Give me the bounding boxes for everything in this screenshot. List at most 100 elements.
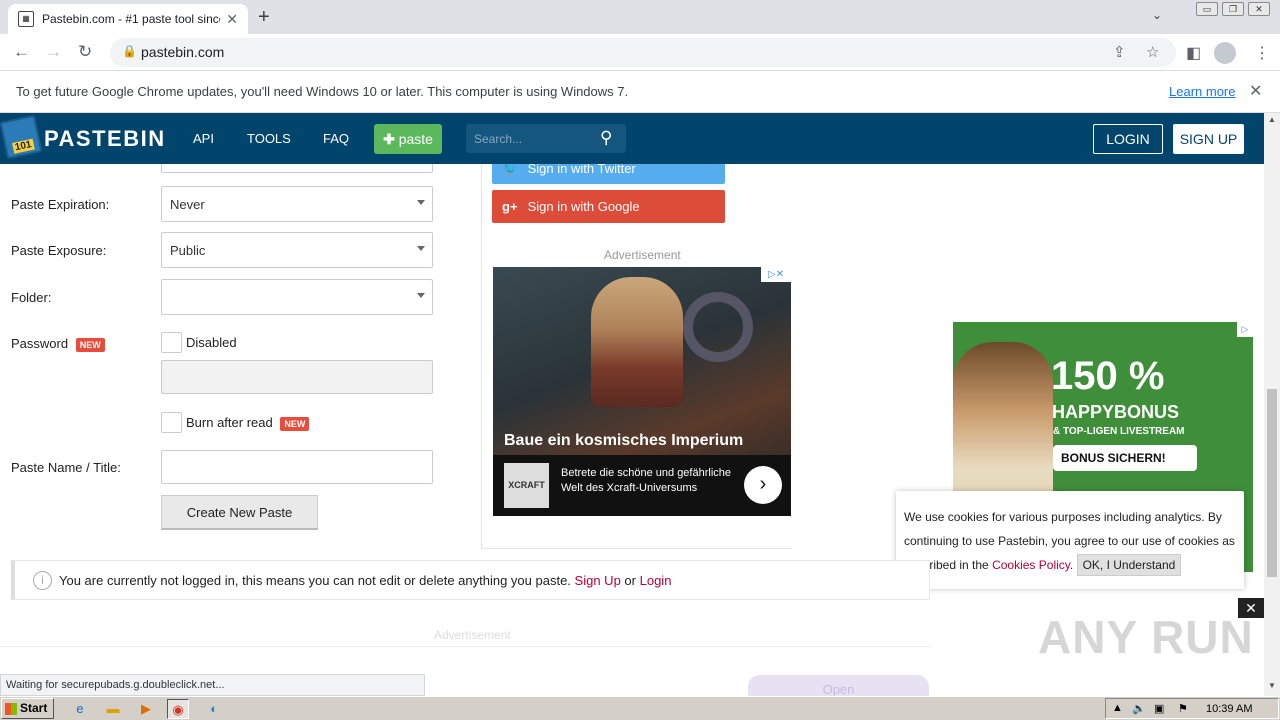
folder-select[interactable] [161, 279, 433, 315]
cookie-banner: We use cookies for various purposes incl… [896, 491, 1244, 589]
profile-avatar-icon[interactable] [1214, 42, 1236, 64]
exposure-label: Paste Exposure: [11, 243, 107, 258]
search-icon[interactable]: ⚲ [600, 128, 612, 148]
chrome-icon[interactable]: ◉ [167, 699, 189, 719]
expiration-value: Never [170, 197, 205, 212]
tab-close-icon[interactable]: ✕ [226, 11, 238, 28]
pastebin-brand[interactable]: PASTEBIN [44, 126, 166, 152]
back-icon[interactable]: ← [13, 42, 30, 62]
bookmark-star-icon[interactable]: ☆ [1146, 43, 1159, 61]
chevron-down-icon [417, 293, 425, 298]
tab-search-chevron-icon[interactable]: ⌄ [1152, 8, 1162, 22]
window-controls: ▭ ❐ ✕ [1196, 2, 1270, 16]
scroll-down-icon[interactable]: ▼ [1268, 681, 1276, 690]
page-scrollbar[interactable]: ▲ ▼ [1264, 113, 1280, 696]
browser-titlebar: ▦ Pastebin.com - #1 paste tool since 2 ✕… [0, 0, 1280, 34]
action-center-flag-icon[interactable]: ⚑ [1178, 702, 1188, 715]
notice-text: You are currently not logged in, this me… [59, 573, 571, 588]
side-panel-icon[interactable]: ◧ [1186, 43, 1201, 63]
ie-icon[interactable]: e [69, 699, 91, 719]
ad2-percent: 150 % [1051, 354, 1165, 398]
search-input[interactable]: Search... ⚲ [466, 124, 626, 153]
volume-icon[interactable]: 🔈 [1132, 702, 1146, 715]
pastebin-logo-icon[interactable] [0, 114, 43, 160]
notice-signup-link[interactable]: Sign Up [575, 573, 621, 588]
chevron-right-icon[interactable]: › [744, 466, 782, 504]
divider [0, 646, 930, 647]
anyrun-watermark: ANY RUN [1038, 611, 1254, 663]
ad2-happybonus: HAPPYBONUS [1052, 402, 1180, 422]
edge-icon[interactable]: ◐ [203, 699, 225, 719]
password-label-row: Password NEW [11, 336, 105, 352]
exposure-select[interactable]: Public [161, 232, 433, 268]
browser-toolbar: ← → ↻ 🔒 pastebin.com ⇪ ☆ ◧ ⋮ [0, 34, 1280, 71]
notice-or: or [624, 573, 636, 588]
taskbar-clock[interactable]: 10:39 AM [1206, 703, 1252, 715]
adchoices-icon[interactable]: ▷ [1237, 322, 1253, 337]
learn-more-link[interactable]: Learn more [1169, 84, 1235, 99]
restore-button[interactable]: ❐ [1222, 2, 1244, 16]
cookies-policy-link[interactable]: Cookies Policy [992, 558, 1070, 572]
paste-button-label: paste [398, 131, 433, 147]
windows-taskbar: Start e ▬ ▶ ◉ ◐ ▲ 🔈 ▣ ⚑ 10:39 AM [0, 696, 1280, 720]
info-icon: i [33, 571, 52, 590]
close-window-button[interactable]: ✕ [1248, 2, 1270, 16]
url-text[interactable]: pastebin.com [141, 44, 224, 60]
nav-faq[interactable]: FAQ [323, 131, 349, 146]
burn-after-read-checkbox[interactable] [161, 412, 182, 433]
share-icon[interactable]: ⇪ [1113, 43, 1126, 61]
ad2-livestream: & TOP-LIGEN LIVESTREAM [1053, 426, 1185, 437]
create-new-paste-button[interactable]: Create New Paste [161, 495, 318, 530]
burn-after-read-row: Burn after read NEW [186, 415, 310, 431]
minimize-button[interactable]: ▭ [1196, 2, 1218, 16]
ad-headline: Baue ein kosmisches Imperium [504, 432, 744, 449]
password-label: Password [11, 336, 69, 351]
nav-tools[interactable]: TOOLS [247, 131, 291, 146]
faded-open-button[interactable]: Open [748, 675, 929, 696]
xcraft-ad[interactable]: ▷✕ Baue ein kosmisches Imperium XCRAFT B… [493, 267, 791, 516]
not-logged-in-notice: i You are currently not logged in, this … [11, 560, 930, 600]
menu-kebab-icon[interactable]: ⋮ [1254, 43, 1270, 63]
burn-after-read-label: Burn after read [186, 415, 273, 430]
browser-tab[interactable]: ▦ Pastebin.com - #1 paste tool since 2 ✕ [8, 4, 248, 34]
folder-label: Folder: [11, 290, 52, 305]
password-checkbox[interactable] [161, 332, 182, 353]
ad2-cta-button[interactable]: BONUS SICHERN! [1053, 445, 1197, 471]
tray-arrow-icon[interactable]: ▲ [1112, 702, 1123, 714]
media-player-icon[interactable]: ▶ [135, 699, 157, 719]
expiration-select[interactable]: Never [161, 186, 433, 222]
search-placeholder: Search... [474, 132, 523, 146]
ad-character-image [591, 277, 683, 407]
start-button[interactable]: Start [1, 698, 54, 719]
expiration-label: Paste Expiration: [11, 197, 110, 212]
plus-icon: ✚ [383, 131, 395, 147]
pastebin-favicon-icon: ▦ [18, 11, 34, 27]
scrollbar-thumb[interactable] [1267, 389, 1277, 577]
paste-name-input[interactable] [161, 450, 433, 484]
xcraft-logo: XCRAFT [504, 463, 549, 508]
ad-subtext: Betrete die schöne und gefährliche Welt … [561, 467, 732, 494]
nav-api[interactable]: API [193, 131, 214, 146]
reload-icon[interactable]: ↻ [78, 42, 92, 62]
cookie-ok-button[interactable]: OK, I Understand [1076, 554, 1182, 576]
password-input [161, 360, 433, 394]
scroll-up-icon[interactable]: ▲ [1268, 115, 1276, 124]
sign-in-google-button[interactable]: g+ Sign in with Google [492, 190, 725, 223]
pastebin-header: PASTEBIN API TOOLS FAQ ✚ paste Search...… [0, 113, 1264, 164]
adchoices-close-icon[interactable]: ▷✕ [761, 267, 791, 282]
explorer-folder-icon[interactable]: ▬ [102, 699, 124, 719]
paste-name-label: Paste Name / Title: [11, 460, 121, 475]
exposure-value: Public [170, 243, 206, 258]
infobar-close-icon[interactable]: ✕ [1249, 81, 1262, 101]
login-button[interactable]: LOGIN [1093, 124, 1163, 154]
address-bar[interactable]: 🔒 pastebin.com ⇪ ☆ [110, 38, 1176, 67]
notice-login-link[interactable]: Login [640, 573, 672, 588]
network-icon[interactable]: ▣ [1154, 702, 1164, 715]
chevron-down-icon [417, 246, 425, 251]
lock-icon[interactable]: 🔒 [122, 44, 137, 58]
signup-button[interactable]: SIGN UP [1173, 124, 1244, 154]
forward-icon[interactable]: → [45, 42, 62, 62]
new-tab-button[interactable]: + [258, 6, 270, 29]
tab-title: Pastebin.com - #1 paste tool since 2 [42, 12, 221, 26]
new-paste-button[interactable]: ✚ paste [374, 124, 442, 154]
